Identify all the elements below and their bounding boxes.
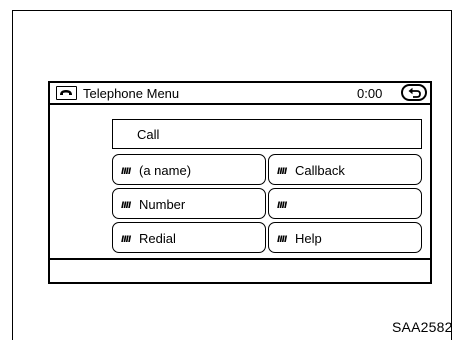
blank-voice-button[interactable]: ıııı	[268, 188, 422, 219]
voice-command-icon: ıııı	[121, 197, 131, 211]
voice-command-icon: ıııı	[277, 197, 287, 211]
voice-command-icon: ıııı	[121, 163, 131, 177]
voice-command-icon: ıııı	[277, 163, 287, 177]
number-button[interactable]: ıııı Number	[112, 188, 266, 219]
name-button-label: (a name)	[139, 163, 192, 178]
back-arrow-icon[interactable]	[401, 84, 427, 101]
telephone-screen: Telephone Menu 0:00 Call ıııı (a name) ı…	[48, 81, 432, 284]
redial-button-label: Redial	[139, 231, 176, 246]
help-button-label: Help	[295, 231, 322, 246]
call-timer: 0:00	[357, 86, 383, 101]
callback-button[interactable]: ıııı Callback	[268, 154, 422, 185]
phone-handset-icon	[56, 86, 77, 100]
redial-button[interactable]: ıııı Redial	[112, 222, 266, 253]
status-bar-divider	[50, 258, 430, 260]
name-button[interactable]: ıııı (a name)	[112, 154, 266, 185]
voice-command-icon: ıııı	[121, 231, 131, 245]
number-button-label: Number	[139, 197, 186, 212]
call-button-label: Call	[137, 127, 160, 142]
call-button[interactable]: Call	[112, 119, 422, 149]
callback-button-label: Callback	[295, 163, 345, 178]
page-title: Telephone Menu	[83, 86, 180, 101]
title-bar: Telephone Menu 0:00	[50, 83, 430, 105]
figure-code: SAA2582	[392, 319, 453, 335]
help-button[interactable]: ıııı Help	[268, 222, 422, 253]
voice-command-icon: ıııı	[277, 231, 287, 245]
